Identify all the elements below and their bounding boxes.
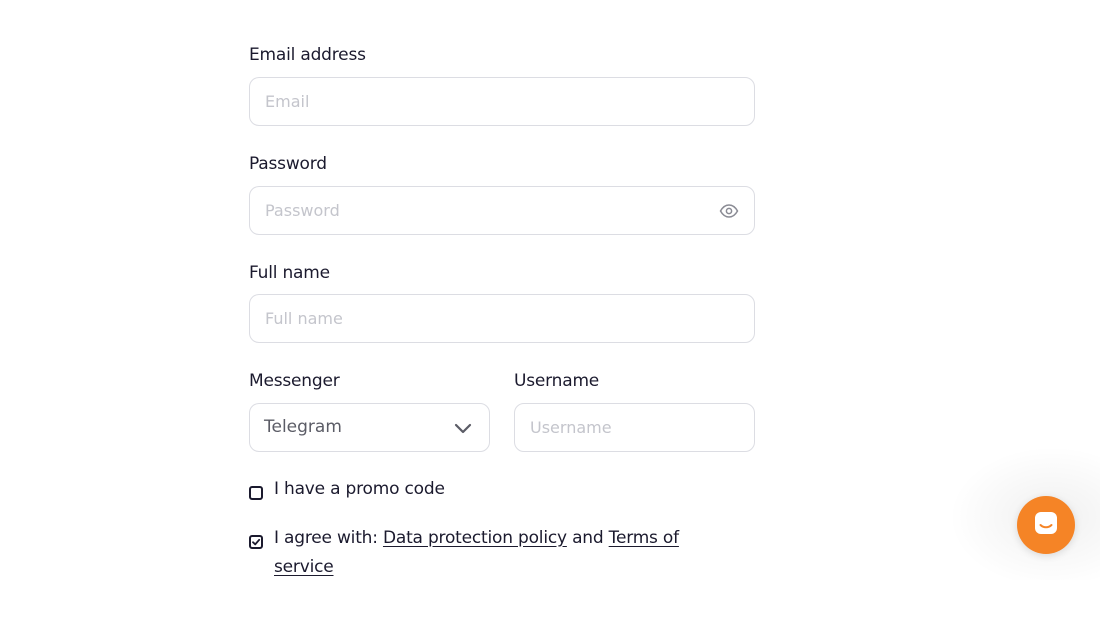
chevron-down-icon (453, 418, 473, 438)
full-name-input[interactable] (265, 295, 739, 342)
username-field-container (514, 403, 755, 452)
username-label: Username (514, 371, 600, 391)
password-input[interactable] (265, 187, 685, 234)
email-label: Email address (249, 45, 366, 65)
email-input[interactable] (265, 78, 739, 125)
promo-code-row: I have a promo code (249, 479, 445, 504)
promo-code-label: I have a promo code (274, 479, 445, 499)
signup-page: Email address Password Full name Messeng… (0, 0, 1100, 619)
data-protection-policy-link[interactable]: Data protection policy (383, 528, 567, 548)
agree-prefix: I agree with: (274, 528, 383, 548)
agree-row: I agree with: Data protection policy and… (249, 528, 709, 582)
email-field-container (249, 77, 755, 126)
username-input[interactable] (530, 404, 739, 451)
agree-checkbox[interactable] (249, 535, 263, 549)
messenger-selected-value: Telegram (264, 417, 342, 437)
agree-text: I agree with: Data protection policy and… (274, 524, 709, 582)
chat-icon (1032, 509, 1060, 541)
chat-launcher-button[interactable] (1017, 496, 1075, 554)
password-label: Password (249, 154, 327, 174)
full-name-field-container (249, 294, 755, 343)
eye-icon[interactable] (718, 200, 740, 222)
password-field-container (249, 186, 755, 235)
promo-code-checkbox[interactable] (249, 486, 263, 500)
messenger-select[interactable]: Telegram (249, 403, 490, 452)
full-name-label: Full name (249, 263, 330, 283)
agree-joiner: and (566, 528, 609, 548)
messenger-label: Messenger (249, 371, 340, 391)
